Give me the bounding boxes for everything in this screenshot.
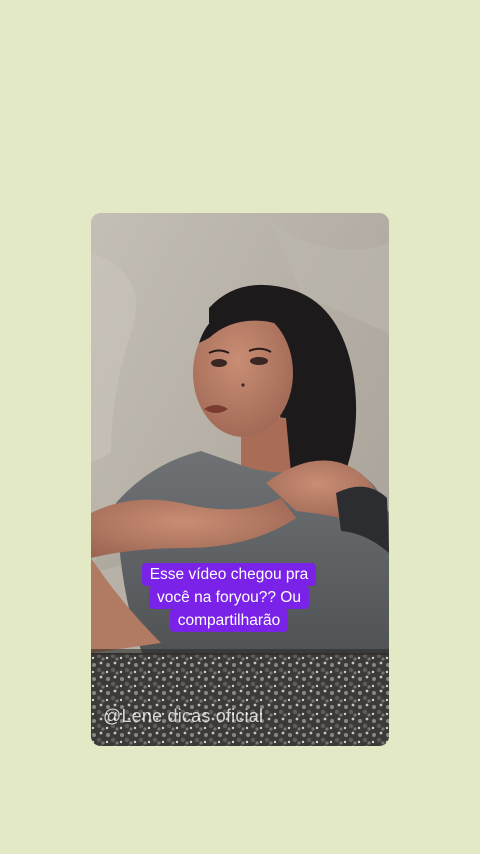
creator-watermark: @Lene dicas oficial xyxy=(103,706,264,726)
video-story-card[interactable]: Esse vídeo chegou pra você na foryou?? O… xyxy=(91,213,389,746)
caption-line-2: você na foryou?? Ou xyxy=(149,586,309,609)
caption-box: Esse vídeo chegou pra você na foryou?? O… xyxy=(129,563,329,632)
video-frame-image xyxy=(91,213,389,746)
caption-line-1: Esse vídeo chegou pra xyxy=(141,563,317,586)
caption-line-3: compartilharão xyxy=(169,609,289,632)
